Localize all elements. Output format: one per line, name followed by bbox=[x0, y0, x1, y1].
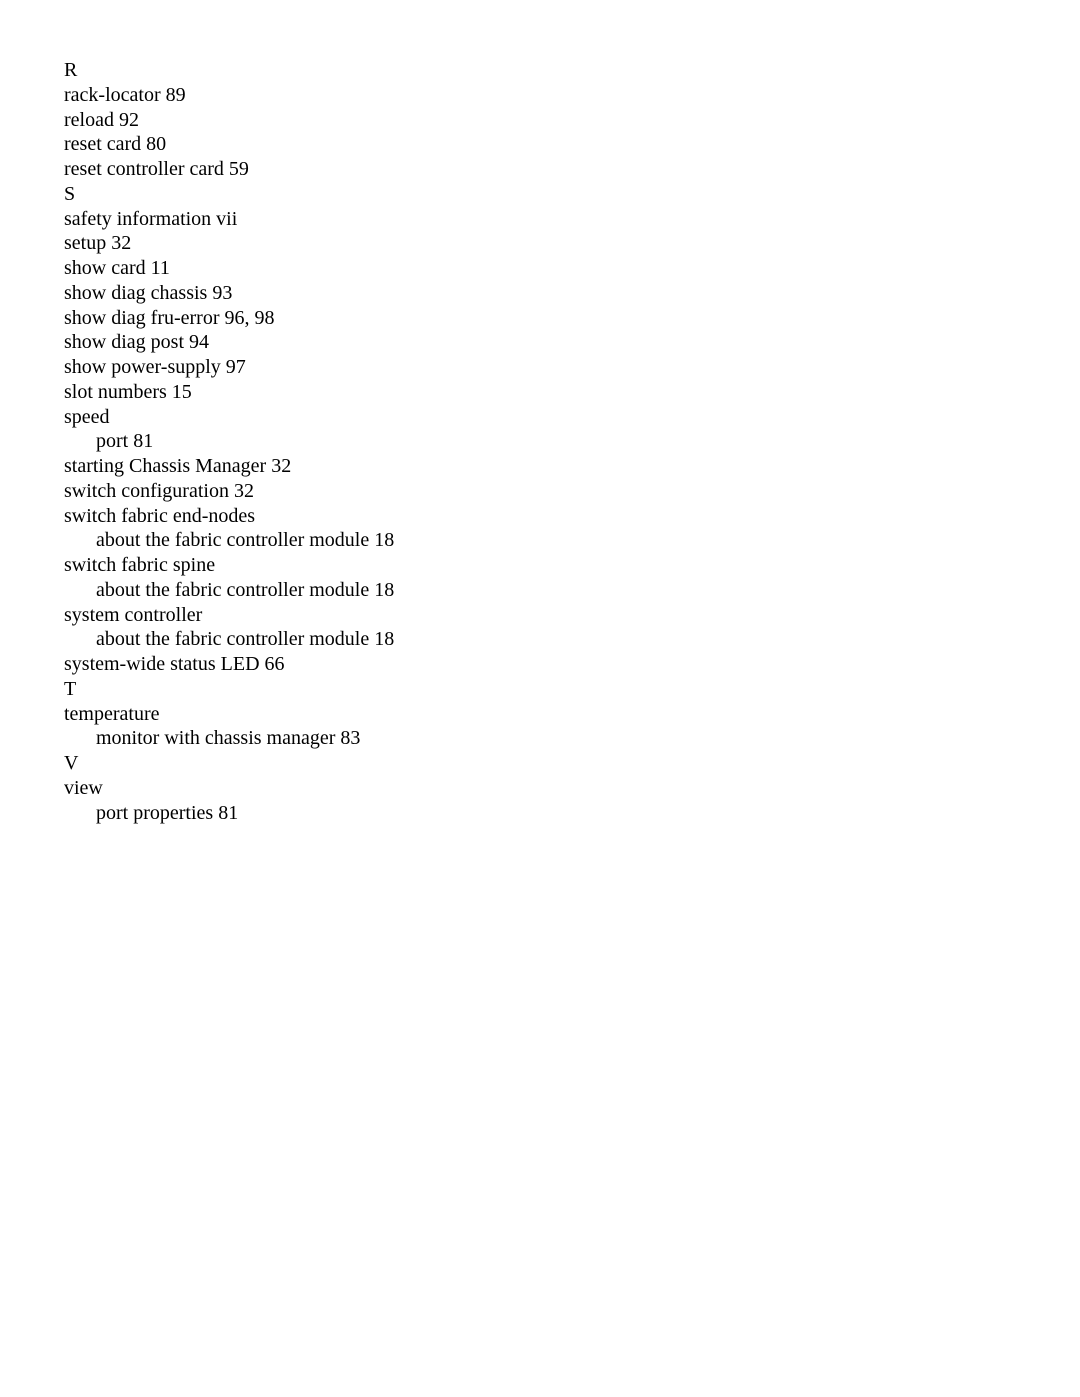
index-entry: show card 11 bbox=[64, 257, 170, 279]
index-entry: show diag post 94 bbox=[64, 331, 209, 354]
index-entry: slot numbers 15 bbox=[64, 380, 192, 403]
index-subentry: about the fabric controller module 18 bbox=[96, 578, 395, 601]
index-entry: show power-supply 97 bbox=[64, 356, 246, 378]
index-subentry: port 81 bbox=[96, 430, 154, 453]
index-letter-heading: V bbox=[64, 752, 79, 774]
index-entry: speed bbox=[64, 405, 110, 428]
index-entry: system-wide status LED 66 bbox=[64, 653, 285, 675]
index-entry: switch fabric end-nodes bbox=[64, 504, 256, 527]
index-entry: reset controller card 59 bbox=[64, 158, 249, 180]
index-entry: view bbox=[64, 776, 103, 799]
index-entry: starting Chassis Manager 32 bbox=[64, 455, 292, 477]
index-subentry: monitor with chassis manager 83 bbox=[96, 727, 361, 750]
index-entry: safety information vii bbox=[64, 207, 238, 230]
index-entry: setup 32 bbox=[64, 232, 132, 255]
index-entry: reload 92 bbox=[64, 108, 139, 131]
index-entry: show diag fru-error 96, 98 bbox=[64, 306, 275, 329]
index-entry: temperature bbox=[64, 702, 160, 725]
index-subentry: about the fabric controller module 18 bbox=[96, 529, 395, 552]
index-letter-heading: T bbox=[64, 677, 77, 700]
index-subentry: about the fabric controller module 18 bbox=[96, 628, 395, 651]
index-entry: rack-locator 89 bbox=[64, 83, 186, 106]
index-list: R rack-locator 89 reload 92 reset card 8… bbox=[64, 58, 394, 825]
index-entry: switch fabric spine bbox=[64, 554, 216, 576]
index-entry: reset card 80 bbox=[64, 133, 167, 156]
index-letter-heading: S bbox=[64, 182, 76, 205]
index-entry: show diag chassis 93 bbox=[64, 281, 233, 304]
index-entry: switch configuration 32 bbox=[64, 479, 254, 502]
index-entry: system controller bbox=[64, 603, 203, 626]
index-letter-heading: R bbox=[64, 59, 78, 81]
index-subentry: port properties 81 bbox=[96, 801, 239, 824]
